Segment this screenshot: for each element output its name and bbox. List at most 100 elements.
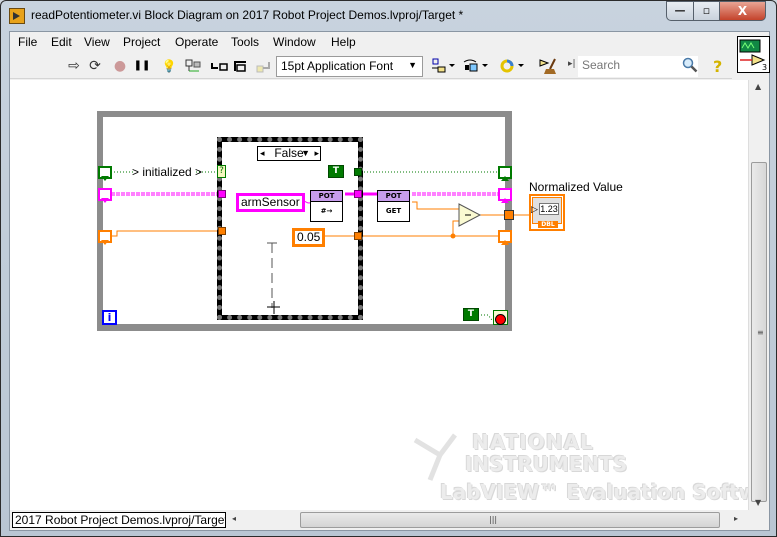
align-objects-button[interactable] (430, 57, 458, 75)
align-objects-icon (432, 58, 455, 73)
highlight-execution-button[interactable]: 💡 (160, 57, 178, 75)
toolbar: ⇨ ⟳ ● ❚❚ 💡 15pt Application Font ▼ ▸| Se… (10, 53, 732, 79)
search-placeholder: Search (582, 58, 621, 72)
shift-register-right-refnum[interactable] (498, 188, 512, 203)
clean-up-broom-icon (539, 58, 556, 74)
grip-icon: ||| (489, 515, 498, 524)
indicator-label: Normalized Value (529, 180, 623, 194)
double-tunnel-out (354, 232, 362, 240)
case-selector-value: False (274, 146, 304, 160)
retain-wire-values-button[interactable] (184, 57, 202, 75)
stop-true-constant[interactable]: T (463, 308, 479, 321)
maximize-icon: ▫ (702, 4, 711, 17)
get-output-wire (412, 201, 459, 210)
step-into-icon (211, 63, 228, 71)
shift-down-arrow-icon (101, 198, 109, 203)
scroll-left-icon[interactable]: ◂ (232, 514, 236, 523)
pause-icon: ❚❚ (133, 60, 151, 71)
horizontal-scroll-thumb[interactable]: ||| (300, 512, 720, 528)
shift-register-left-refnum[interactable] (98, 188, 112, 203)
stop-condition-terminal[interactable] (493, 310, 508, 325)
scroll-down-icon[interactable]: ▼ (755, 498, 761, 507)
pot-open-subvi[interactable]: POT #→ (310, 190, 343, 222)
grip-icon: ≡ (757, 328, 764, 337)
reorder-icon (500, 59, 524, 73)
scroll-right-icon[interactable]: ▸ (734, 514, 738, 523)
menu-window[interactable]: Window (273, 35, 316, 49)
font-select[interactable]: 15pt Application Font ▼ (276, 56, 423, 77)
abort-icon: ● (113, 58, 127, 74)
run-button[interactable]: ⇨ (65, 57, 83, 75)
project-path: 2017 Robot Project Demos.lvproj/Target (12, 512, 226, 528)
distribute-objects-button[interactable] (462, 57, 492, 75)
menu-project[interactable]: Project (123, 35, 160, 49)
vertical-scrollbar[interactable]: ▲ ≡ ▼ (748, 80, 769, 510)
scroll-up-icon[interactable]: ▲ (755, 82, 761, 91)
menu-tools[interactable]: Tools (231, 35, 259, 49)
true-constant[interactable]: T (328, 165, 344, 178)
lightbulb-icon: 💡 (161, 59, 177, 73)
case-dropdown-icon[interactable]: ▼ (301, 147, 310, 160)
shift-register-label: > initialized > (132, 165, 203, 179)
decrement-case-icon[interactable]: ◂ (260, 147, 265, 160)
shift-register-right-double[interactable] (498, 230, 512, 245)
search-input[interactable]: Search (578, 56, 698, 77)
iteration-terminal[interactable]: i (102, 310, 117, 325)
case-selector-terminal[interactable]: ? (217, 165, 226, 178)
vi-connector-icon[interactable]: 3 (737, 36, 770, 73)
distribute-objects-icon (463, 59, 488, 72)
shift-register-left-bool[interactable] (98, 166, 112, 181)
abort-button[interactable]: ● (111, 57, 129, 75)
step-into-button[interactable] (210, 57, 228, 75)
vertical-scroll-thumb[interactable]: ≡ (751, 162, 767, 502)
refnum-tunnel-out (354, 190, 362, 198)
step-over-button[interactable] (232, 57, 250, 75)
menu-operate[interactable]: Operate (175, 35, 218, 49)
status-bar: 2017 Robot Project Demos.lvproj/Target ◂… (10, 510, 769, 530)
block-diagram-canvas[interactable]: NATIONAL INSTRUMENTS LabVIEW™ Evaluation… (10, 80, 748, 510)
menu-edit[interactable]: Edit (51, 35, 72, 49)
close-button[interactable]: X (719, 1, 766, 21)
pause-button[interactable]: ❚❚ (133, 57, 151, 75)
menu-view[interactable]: View (84, 35, 110, 49)
menu-file[interactable]: File (18, 35, 37, 49)
double-tunnel-in (218, 227, 226, 235)
pot-get-subvi[interactable]: POT GET (377, 190, 410, 222)
indicator-type: DBL (538, 221, 558, 228)
labview-window: readPotentiometer.vi Block Diagram on 20… (0, 0, 777, 537)
vi-icon-graphic: 3 (739, 39, 767, 72)
step-out-button[interactable] (255, 57, 273, 75)
search-expand-icon[interactable]: ▸| (568, 59, 576, 69)
shift-up-arrow-icon (501, 240, 509, 245)
font-select-value: 15pt Application Font (281, 59, 394, 73)
retain-wire-icon (185, 59, 201, 72)
horizontal-scrollbar[interactable]: ◂ ||| ▸ (228, 512, 748, 529)
shift-register-left-double[interactable] (98, 230, 112, 245)
pot-open-header: POT (311, 191, 342, 202)
menu-help[interactable]: Help (331, 35, 356, 49)
minimize-button[interactable]: — (666, 1, 694, 21)
run-arrow-icon: ⇨ (68, 58, 80, 74)
chevron-down-icon: ▼ (408, 60, 417, 70)
step-over-icon (234, 61, 246, 72)
arm-sensor-constant[interactable]: armSensor (236, 193, 305, 212)
pot-open-body: #→ (320, 207, 333, 215)
case-selector[interactable]: ◂ False ▼ ▸ (257, 146, 321, 161)
search-icon[interactable] (682, 57, 698, 73)
offset-constant[interactable]: 0.05 (292, 228, 326, 247)
help-icon[interactable]: ? (713, 57, 722, 76)
maximize-button[interactable]: ▫ (693, 1, 720, 21)
menu-bar: File Edit View Project Operate Tools Win… (10, 32, 732, 53)
shift-register-right-bool[interactable] (498, 166, 512, 181)
indicator-value: 1.23 (539, 203, 559, 215)
close-icon: X (737, 4, 748, 18)
labview-vi-icon (9, 8, 25, 24)
shift-up-arrow-icon (501, 198, 509, 203)
svg-text:3: 3 (762, 63, 767, 72)
run-continuously-button[interactable]: ⟳ (86, 57, 104, 75)
increment-case-icon[interactable]: ▸ (314, 147, 319, 160)
clean-up-diagram-button[interactable] (538, 57, 562, 75)
reorder-button[interactable] (500, 57, 528, 75)
double-wire-in (111, 230, 219, 237)
normalized-value-indicator[interactable]: ▷ 1.23 DBL (529, 194, 565, 231)
